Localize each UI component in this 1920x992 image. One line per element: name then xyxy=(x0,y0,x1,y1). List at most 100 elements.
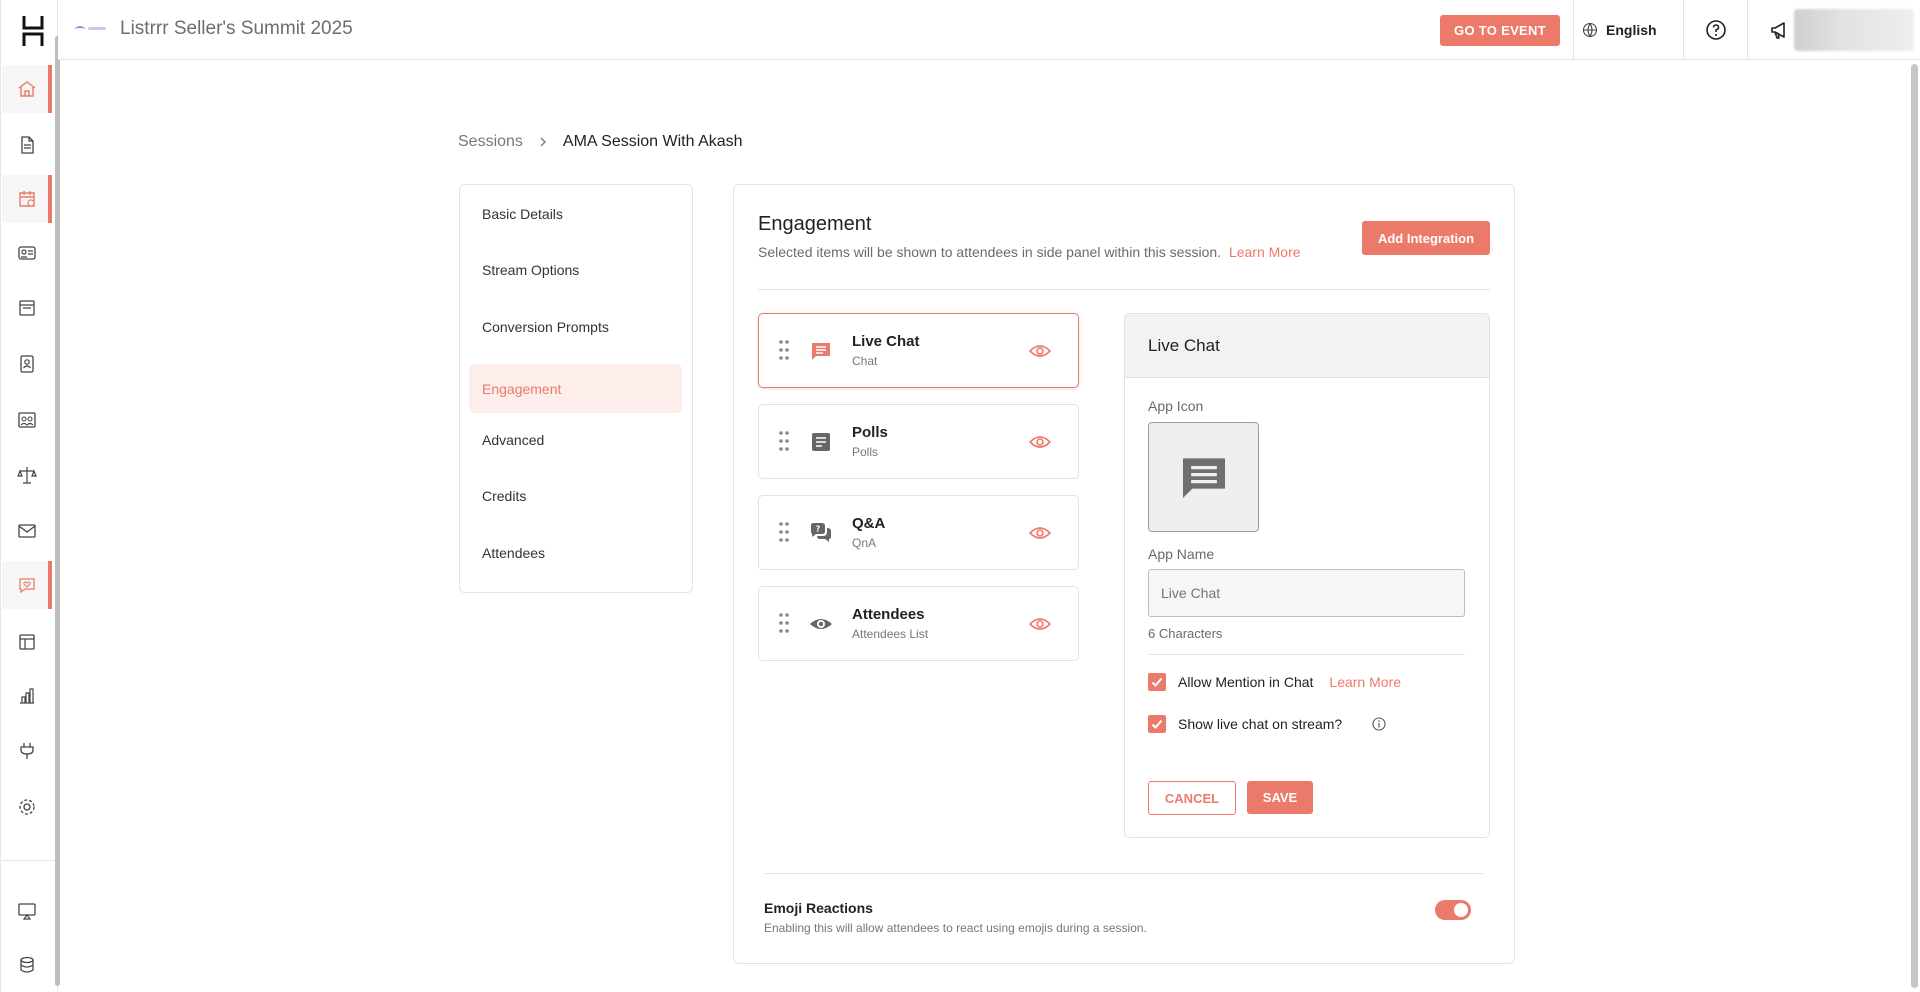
sidebar-item-analytics[interactable] xyxy=(2,672,52,720)
visibility-eye-icon[interactable] xyxy=(1029,613,1051,635)
visibility-eye-icon[interactable] xyxy=(1029,522,1051,544)
app-icon-label: App Icon xyxy=(1148,398,1204,414)
sidebar-item-home[interactable] xyxy=(2,65,52,113)
database-icon xyxy=(20,956,34,973)
event-logo-icon xyxy=(74,26,106,30)
drag-handle-icon[interactable] xyxy=(778,430,790,452)
plug-icon xyxy=(20,743,34,759)
engagement-card: Engagement Selected items will be shown … xyxy=(733,184,1515,964)
allow-mention-learn-more[interactable]: Learn More xyxy=(1329,674,1401,690)
sidebar-item-engagement[interactable] xyxy=(2,561,52,609)
cast-icon xyxy=(18,903,36,920)
app-item-live-chat[interactable]: Live Chat Chat xyxy=(758,313,1079,388)
logo-icon[interactable] xyxy=(21,14,45,48)
app-subtitle: Attendees List xyxy=(852,627,929,641)
app-item-polls[interactable]: Polls Polls xyxy=(758,404,1079,479)
nav-stream-options[interactable]: Stream Options xyxy=(469,245,682,294)
icon-sidebar xyxy=(0,0,60,992)
app-subtitle: QnA xyxy=(852,536,877,550)
help-button[interactable] xyxy=(1683,0,1747,59)
app-icon-picker[interactable] xyxy=(1148,422,1259,532)
show-on-stream-checkbox[interactable] xyxy=(1148,715,1166,733)
sidebar-item-sessions[interactable] xyxy=(2,175,52,223)
sidebar-item-badges[interactable] xyxy=(2,340,52,388)
app-name: Live Chat xyxy=(852,333,920,350)
learn-more-link[interactable]: Learn More xyxy=(1229,244,1301,260)
cancel-button[interactable]: CANCEL xyxy=(1148,781,1236,815)
allow-mention-checkbox[interactable] xyxy=(1148,673,1166,691)
drag-handle-icon[interactable] xyxy=(778,521,790,543)
go-to-event-button[interactable]: GO TO EVENT xyxy=(1440,15,1560,46)
app-detail-panel: Live Chat App Icon App Name 6 Characters… xyxy=(1124,313,1490,838)
breadcrumb-sessions[interactable]: Sessions xyxy=(458,133,523,151)
sidebar-item-networking[interactable] xyxy=(2,451,52,499)
sidebar-item-cast[interactable] xyxy=(2,887,52,935)
analytics-icon xyxy=(20,688,34,704)
app-item-qna[interactable]: ? Q&A QnA xyxy=(758,495,1079,570)
section-description: Selected items will be shown to attendee… xyxy=(758,244,1301,260)
add-integration-button[interactable]: Add Integration xyxy=(1362,221,1490,255)
sidebar-item-speakers[interactable] xyxy=(2,229,52,277)
page-scrollbar[interactable] xyxy=(1911,64,1918,988)
sidebar-item-data[interactable] xyxy=(2,941,52,989)
nav-credits[interactable]: Credits xyxy=(469,471,682,520)
template-icon xyxy=(19,634,35,650)
app-name-label: App Name xyxy=(1148,546,1215,562)
event-brand: Listrrr Seller's Summit 2025 xyxy=(72,18,353,40)
nav-engagement[interactable]: Engagement xyxy=(469,364,682,413)
info-icon[interactable] xyxy=(1372,717,1386,731)
toggle-knob xyxy=(1454,903,1468,917)
megaphone-icon xyxy=(1770,21,1785,39)
breadcrumb-current: AMA Session With Akash xyxy=(562,133,743,150)
sidebar-item-templates[interactable] xyxy=(2,618,52,666)
network-icon xyxy=(17,467,37,484)
user-avatar[interactable] xyxy=(1794,9,1914,51)
header-divider xyxy=(758,289,1490,290)
emoji-reactions-toggle[interactable] xyxy=(1435,900,1471,920)
nav-attendees[interactable]: Attendees xyxy=(469,528,682,577)
chat-icon xyxy=(812,343,830,360)
save-button[interactable]: SAVE xyxy=(1247,781,1313,814)
nav-conversion-prompts[interactable]: Conversion Prompts xyxy=(469,302,682,351)
sidebar-item-documents[interactable] xyxy=(2,121,52,169)
id-card-icon xyxy=(18,246,36,260)
sidebar-item-people[interactable] xyxy=(2,396,52,444)
language-selector[interactable]: English xyxy=(1573,0,1683,59)
sidebar-item-layout[interactable] xyxy=(2,284,52,332)
help-icon xyxy=(1705,19,1726,40)
description-text: Selected items will be shown to attendee… xyxy=(758,244,1222,260)
show-on-stream-row: Show live chat on stream? xyxy=(1148,715,1386,733)
language-label: English xyxy=(1606,21,1657,38)
app-item-attendees[interactable]: Attendees Attendees List xyxy=(758,586,1079,661)
check-icon xyxy=(1151,719,1163,729)
nav-basic-details[interactable]: Basic Details xyxy=(469,189,682,238)
sidebar-item-integrations[interactable] xyxy=(2,727,52,775)
app-name-input[interactable] xyxy=(1148,569,1465,617)
drag-handle-icon[interactable] xyxy=(778,339,790,361)
app-name: Polls xyxy=(852,424,888,441)
check-icon xyxy=(1151,677,1163,687)
badge-icon xyxy=(20,355,34,373)
poll-icon xyxy=(812,433,830,451)
visibility-eye-icon[interactable] xyxy=(1029,431,1051,453)
section-title: Engagement xyxy=(758,213,872,235)
chevron-right-icon xyxy=(540,137,546,147)
show-on-stream-label: Show live chat on stream? xyxy=(1178,716,1343,732)
event-title: Listrrr Seller's Summit 2025 xyxy=(120,18,353,39)
detail-title: Live Chat xyxy=(1125,314,1489,378)
visibility-eye-icon[interactable] xyxy=(1029,340,1051,362)
app-root: Listrrr Seller's Summit 2025 GO TO EVENT… xyxy=(0,0,1920,992)
sidebar-scrollbar[interactable] xyxy=(55,36,60,986)
emoji-reactions-description: Enabling this will allow attendees to re… xyxy=(764,921,1147,935)
sidebar-item-mail[interactable] xyxy=(2,507,52,555)
drag-handle-icon[interactable] xyxy=(778,612,790,634)
nav-advanced[interactable]: Advanced xyxy=(469,415,682,464)
sidebar-item-settings[interactable] xyxy=(2,783,52,831)
app-subtitle: Polls xyxy=(852,445,879,459)
eye-icon xyxy=(810,619,832,629)
chat-icon xyxy=(1182,458,1225,498)
sidebar-divider xyxy=(2,860,58,861)
people-icon xyxy=(18,412,36,428)
allow-mention-row: Allow Mention in Chat Learn More xyxy=(1148,673,1401,691)
emoji-reactions-title: Emoji Reactions xyxy=(764,900,873,916)
